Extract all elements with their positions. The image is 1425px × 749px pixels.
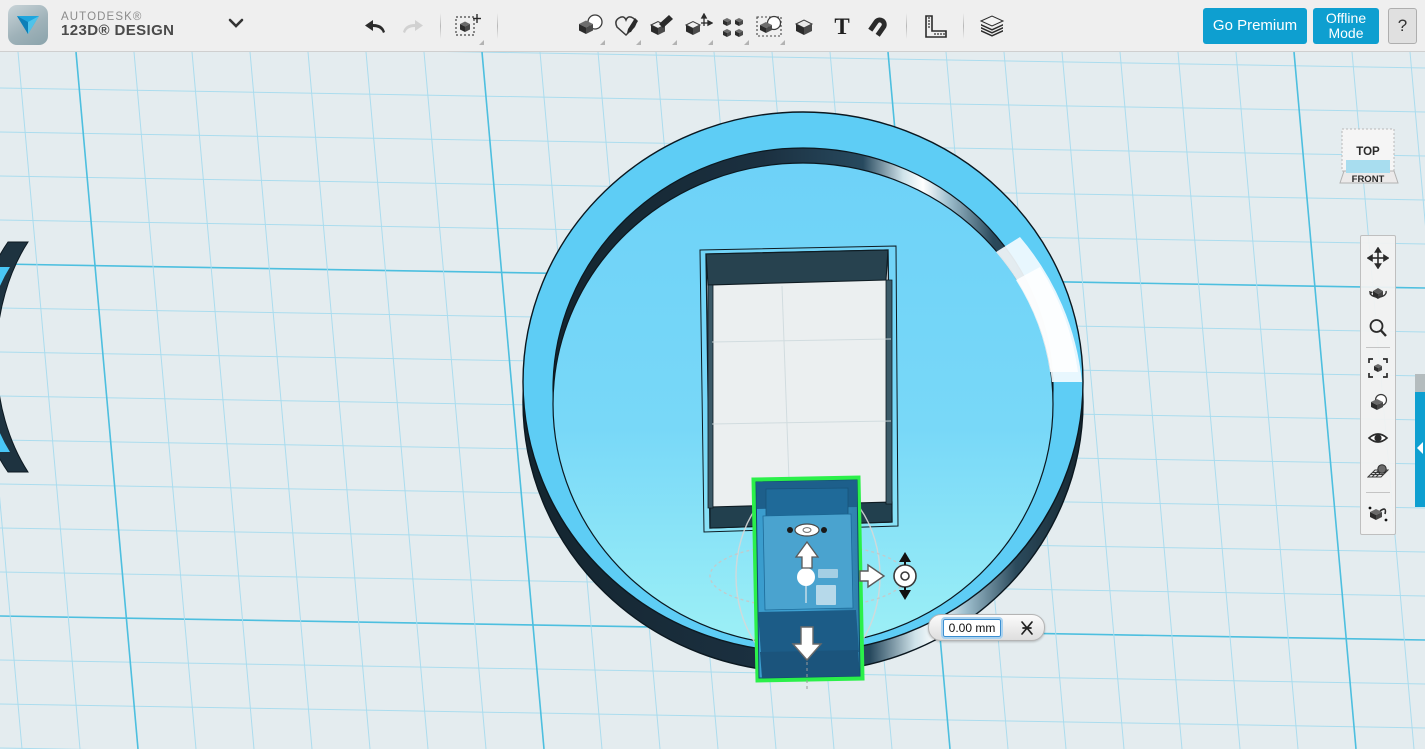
collapse-panel-tab[interactable]: [1415, 392, 1425, 507]
3d-viewport[interactable]: TOP FRONT: [0, 52, 1425, 749]
nav-divider-2: [1366, 492, 1390, 493]
zoom-icon[interactable]: [1361, 310, 1395, 345]
panel-cap: [1415, 374, 1425, 392]
viewcube-front-label: FRONT: [1352, 174, 1385, 185]
snap-icon[interactable]: [860, 4, 896, 48]
toolbar-separator-2: [497, 13, 498, 39]
offline-mode-button[interactable]: Offline Mode: [1313, 8, 1379, 44]
dimension-input[interactable]: [943, 619, 1001, 637]
brand-product: 123D® DESIGN: [61, 23, 174, 39]
modify-dropdown-caret[interactable]: [708, 40, 713, 45]
nav-divider-1: [1366, 347, 1390, 348]
transform-icon[interactable]: [451, 4, 487, 48]
materials-icon[interactable]: [974, 4, 1010, 48]
app-root: TOP FRONT: [0, 0, 1425, 749]
go-premium-button[interactable]: Go Premium: [1203, 8, 1307, 44]
measure-icon[interactable]: [917, 4, 953, 48]
snap-settings-icon[interactable]: [1361, 495, 1395, 530]
orbit-icon[interactable]: [1361, 275, 1395, 310]
combine-dropdown-caret[interactable]: [780, 40, 785, 45]
main-menu-chevron-down-icon[interactable]: [226, 16, 246, 35]
brand-group[interactable]: AUTODESK® 123D® DESIGN: [8, 5, 246, 45]
brand-text: AUTODESK® 123D® DESIGN: [61, 11, 174, 40]
fit-view-icon[interactable]: [1361, 350, 1395, 385]
visual-style-icon[interactable]: [1361, 385, 1395, 420]
primitives-icon[interactable]: [572, 4, 608, 48]
toolbar-separator-1: [440, 13, 441, 39]
sketch-icon[interactable]: [608, 4, 644, 48]
modify-icon[interactable]: [680, 4, 716, 48]
collapse-panel-icon: [1417, 442, 1423, 454]
toolbar-separator-4: [963, 13, 964, 39]
grid-icon[interactable]: [1361, 455, 1395, 490]
combine-icon[interactable]: [752, 4, 788, 48]
autodesk-logo-icon[interactable]: [8, 5, 48, 45]
history-group: [358, 0, 508, 52]
visibility-icon[interactable]: [1361, 420, 1395, 455]
navigation-bar[interactable]: [1360, 235, 1396, 535]
text-icon[interactable]: T: [824, 4, 860, 48]
viewcube-top-label: TOP: [1356, 146, 1380, 158]
snap-toggle-icon[interactable]: [1015, 617, 1039, 639]
grouping-icon[interactable]: [788, 4, 824, 48]
dimension-input-group[interactable]: [928, 614, 1045, 641]
app-header: AUTODESK® 123D® DESIGN: [0, 0, 1425, 52]
offline-line-2: Mode: [1328, 26, 1363, 41]
modelling-tools-group: T: [572, 0, 1010, 52]
sketch-dropdown-caret[interactable]: [636, 40, 641, 45]
undo-icon[interactable]: [358, 4, 394, 48]
offline-line-1: Offline: [1326, 11, 1366, 26]
pattern-dropdown-caret[interactable]: [744, 40, 749, 45]
pattern-icon[interactable]: [716, 4, 752, 48]
scene-geometry[interactable]: [0, 52, 1425, 749]
svg-text:T: T: [834, 14, 849, 39]
pan-icon[interactable]: [1361, 240, 1395, 275]
view-cube[interactable]: TOP FRONT: [1332, 115, 1404, 193]
transform-dropdown-caret[interactable]: [479, 40, 484, 45]
toolbar-separator-3: [906, 13, 907, 39]
help-button[interactable]: ?: [1388, 8, 1417, 44]
construct-dropdown-caret[interactable]: [672, 40, 677, 45]
redo-icon[interactable]: [394, 4, 430, 48]
construct-icon[interactable]: [644, 4, 680, 48]
primitives-dropdown-caret[interactable]: [600, 40, 605, 45]
partial-ring-left: [0, 242, 32, 472]
